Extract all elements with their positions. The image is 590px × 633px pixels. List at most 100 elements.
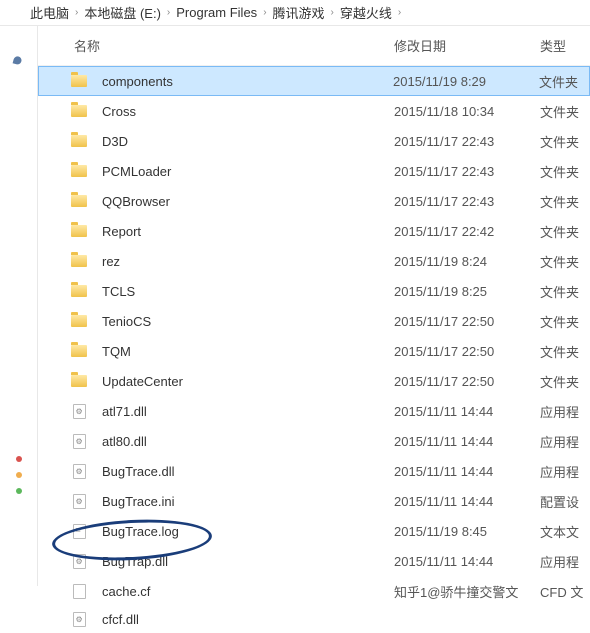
- file-type: CFD 文: [540, 582, 590, 601]
- file-name: atl71.dll: [98, 404, 394, 419]
- file-row[interactable]: TenioCS2015/11/17 22:50文件夹: [38, 306, 590, 336]
- bc-item[interactable]: 本地磁盘 (E:): [84, 3, 161, 22]
- file-name: atl80.dll: [98, 434, 394, 449]
- quick-access-icon[interactable]: [16, 488, 22, 494]
- file-name: BugTrace.log: [98, 524, 394, 539]
- quick-access-icon[interactable]: [16, 472, 22, 478]
- folder-icon: [70, 283, 88, 299]
- file-date: 2015/11/19 8:25: [394, 284, 540, 299]
- file-type: 文件夹: [540, 372, 590, 391]
- chevron-right-icon: ›: [75, 7, 78, 18]
- file-type: 文本文: [540, 522, 590, 541]
- folder-icon: [70, 373, 88, 389]
- file-name: BugTrap.dll: [98, 554, 394, 569]
- folder-icon: [70, 193, 88, 209]
- breadcrumb[interactable]: 此电脑 › 本地磁盘 (E:) › Program Files › 腾讯游戏 ›…: [0, 0, 590, 26]
- folder-icon: [70, 313, 88, 329]
- file-date: 2015/11/17 22:50: [394, 344, 540, 359]
- folder-icon: [70, 223, 88, 239]
- sidebar: [0, 26, 38, 586]
- file-name: Report: [98, 224, 394, 239]
- file-row[interactable]: BugTrace.ini2015/11/11 14:44配置设: [38, 486, 590, 516]
- file-type: 配置设: [540, 492, 590, 511]
- file-date: 2015/11/11 14:44: [394, 494, 540, 509]
- file-row[interactable]: BugTrap.dll2015/11/11 14:44应用程: [38, 546, 590, 576]
- file-type: 文件夹: [539, 72, 589, 91]
- file-date: 2015/11/17 22:43: [394, 164, 540, 179]
- bc-item[interactable]: 穿越火线: [340, 3, 392, 22]
- file-row[interactable]: UpdateCenter2015/11/17 22:50文件夹: [38, 366, 590, 396]
- file-icon: [70, 493, 88, 509]
- file-date: 2015/11/17 22:43: [394, 134, 540, 149]
- file-type: 应用程: [540, 432, 590, 451]
- file-row[interactable]: cache.cf知乎1@骄牛撞交警文CFD 文: [38, 576, 590, 606]
- file-date: 2015/11/17 22:50: [394, 314, 540, 329]
- file-row[interactable]: PCMLoader2015/11/17 22:43文件夹: [38, 156, 590, 186]
- file-name: PCMLoader: [98, 164, 394, 179]
- folder-icon: [70, 73, 88, 89]
- file-name: Cross: [98, 104, 394, 119]
- file-row[interactable]: TCLS2015/11/19 8:25文件夹: [38, 276, 590, 306]
- file-name: TQM: [98, 344, 394, 359]
- file-date: 知乎1@骄牛撞交警文: [394, 582, 540, 601]
- file-type: 文件夹: [540, 132, 590, 151]
- file-type: 文件夹: [540, 192, 590, 211]
- file-row[interactable]: QQBrowser2015/11/17 22:43文件夹: [38, 186, 590, 216]
- bc-item[interactable]: Program Files: [176, 5, 257, 20]
- file-name: UpdateCenter: [98, 374, 394, 389]
- folder-icon: [70, 253, 88, 269]
- file-icon: [70, 433, 88, 449]
- file-row[interactable]: TQM2015/11/17 22:50文件夹: [38, 336, 590, 366]
- file-date: 2015/11/19 8:45: [394, 524, 540, 539]
- file-date: 2015/11/17 22:50: [394, 374, 540, 389]
- file-name: BugTrace.ini: [98, 494, 394, 509]
- file-type: 应用程: [540, 462, 590, 481]
- file-type: 文件夹: [540, 312, 590, 331]
- chevron-right-icon: ›: [167, 7, 170, 18]
- file-date: 2015/11/11 14:44: [394, 404, 540, 419]
- file-list: 名称 修改日期 类型 components2015/11/19 8:29文件夹C…: [38, 26, 590, 586]
- folder-icon: [70, 133, 88, 149]
- quick-access-icon[interactable]: [16, 456, 22, 462]
- file-row[interactable]: BugTrace.log2015/11/19 8:45文本文: [38, 516, 590, 546]
- file-type: 文件夹: [540, 162, 590, 181]
- chevron-right-icon: ›: [398, 7, 401, 18]
- header-type[interactable]: 类型: [540, 36, 590, 55]
- file-row[interactable]: Cross2015/11/18 10:34文件夹: [38, 96, 590, 126]
- chevron-right-icon: ›: [263, 7, 266, 18]
- file-date: 2015/11/17 22:42: [394, 224, 540, 239]
- file-date: 2015/11/11 14:44: [394, 434, 540, 449]
- header-name[interactable]: 名称: [70, 36, 394, 55]
- folder-icon: [70, 163, 88, 179]
- file-row[interactable]: Report2015/11/17 22:42文件夹: [38, 216, 590, 246]
- pin-icon[interactable]: [9, 53, 28, 72]
- file-row[interactable]: cfcf.dll: [38, 606, 590, 633]
- file-row[interactable]: atl80.dll2015/11/11 14:44应用程: [38, 426, 590, 456]
- file-type: 文件夹: [540, 282, 590, 301]
- file-type: 应用程: [540, 402, 590, 421]
- file-type: 应用程: [540, 552, 590, 571]
- file-date: 2015/11/18 10:34: [394, 104, 540, 119]
- file-name: rez: [98, 254, 394, 269]
- file-icon: [70, 612, 88, 628]
- file-icon: [70, 553, 88, 569]
- file-row[interactable]: BugTrace.dll2015/11/11 14:44应用程: [38, 456, 590, 486]
- file-type: 文件夹: [540, 342, 590, 361]
- file-row[interactable]: atl71.dll2015/11/11 14:44应用程: [38, 396, 590, 426]
- bc-item[interactable]: 此电脑: [30, 3, 69, 22]
- file-icon: [70, 583, 88, 599]
- file-date: 2015/11/11 14:44: [394, 464, 540, 479]
- file-row[interactable]: components2015/11/19 8:29文件夹: [38, 66, 590, 96]
- file-type: 文件夹: [540, 252, 590, 271]
- header-date[interactable]: 修改日期: [394, 36, 540, 55]
- folder-icon: [70, 103, 88, 119]
- file-date: 2015/11/11 14:44: [394, 554, 540, 569]
- bc-item[interactable]: 腾讯游戏: [273, 3, 325, 22]
- file-row[interactable]: rez2015/11/19 8:24文件夹: [38, 246, 590, 276]
- column-headers[interactable]: 名称 修改日期 类型: [38, 26, 590, 66]
- file-date: 2015/11/19 8:24: [394, 254, 540, 269]
- file-date: 2015/11/17 22:43: [394, 194, 540, 209]
- file-row[interactable]: D3D2015/11/17 22:43文件夹: [38, 126, 590, 156]
- file-icon: [70, 463, 88, 479]
- file-name: components: [98, 74, 393, 89]
